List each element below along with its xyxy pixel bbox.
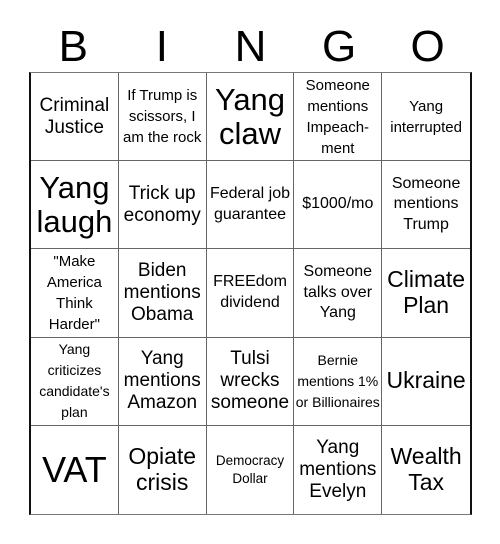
bingo-cell[interactable]: Yang mentions Evelyn — [294, 425, 383, 514]
bingo-cell[interactable]: Biden mentions Obama — [118, 249, 207, 338]
bingo-header: B I N G O — [29, 22, 472, 72]
bingo-cell[interactable]: $1000/mo — [294, 161, 383, 250]
bingo-cell[interactable]: Criminal Justice — [31, 73, 119, 162]
bingo-cell[interactable]: Yang interrupted — [382, 73, 470, 162]
bingo-cell[interactable]: Opiate crisis — [119, 425, 207, 514]
header-letter-i: I — [155, 22, 168, 71]
bingo-cell[interactable]: VAT — [31, 425, 119, 514]
bingo-cell[interactable]: Yang mentions Amazon — [118, 337, 207, 426]
bingo-cell[interactable]: Tulsi wrecks someone — [206, 337, 295, 426]
bingo-cell[interactable]: Federal job guarantee — [206, 161, 295, 250]
header-letter-g: G — [321, 22, 357, 71]
bingo-cell[interactable]: Yang laugh — [31, 161, 119, 250]
bingo-cell[interactable]: Bernie mentions 1% or Billionaires — [294, 337, 383, 426]
bingo-cell[interactable]: Trick up economy — [118, 161, 207, 250]
bingo-cell[interactable]: Yang claw — [206, 73, 295, 162]
bingo-cell[interactable]: FREEdom dividend — [206, 249, 295, 338]
bingo-cell[interactable]: "Make America Think Harder" — [31, 249, 119, 338]
header-letter-o: O — [410, 22, 445, 71]
bingo-cell[interactable]: Someone mentions Impeach- ment — [294, 73, 383, 162]
bingo-cell[interactable]: Someone mentions Trump — [382, 161, 470, 250]
bingo-cell[interactable]: Climate Plan — [382, 249, 470, 338]
bingo-board: Criminal Justice If Trump is scissors, I… — [29, 72, 472, 515]
bingo-cell[interactable]: If Trump is scissors, I am the rock — [118, 73, 207, 162]
bingo-cell[interactable]: Wealth Tax — [382, 426, 470, 514]
bingo-cell[interactable]: Democracy Dollar — [207, 425, 295, 514]
header-letter-n: N — [234, 22, 267, 71]
bingo-cell[interactable]: Someone talks over Yang — [294, 249, 383, 338]
bingo-cell[interactable]: Ukraine — [382, 338, 470, 426]
bingo-cell[interactable]: Yang criticizes candidate's plan — [31, 337, 119, 426]
header-letter-b: B — [58, 22, 88, 71]
